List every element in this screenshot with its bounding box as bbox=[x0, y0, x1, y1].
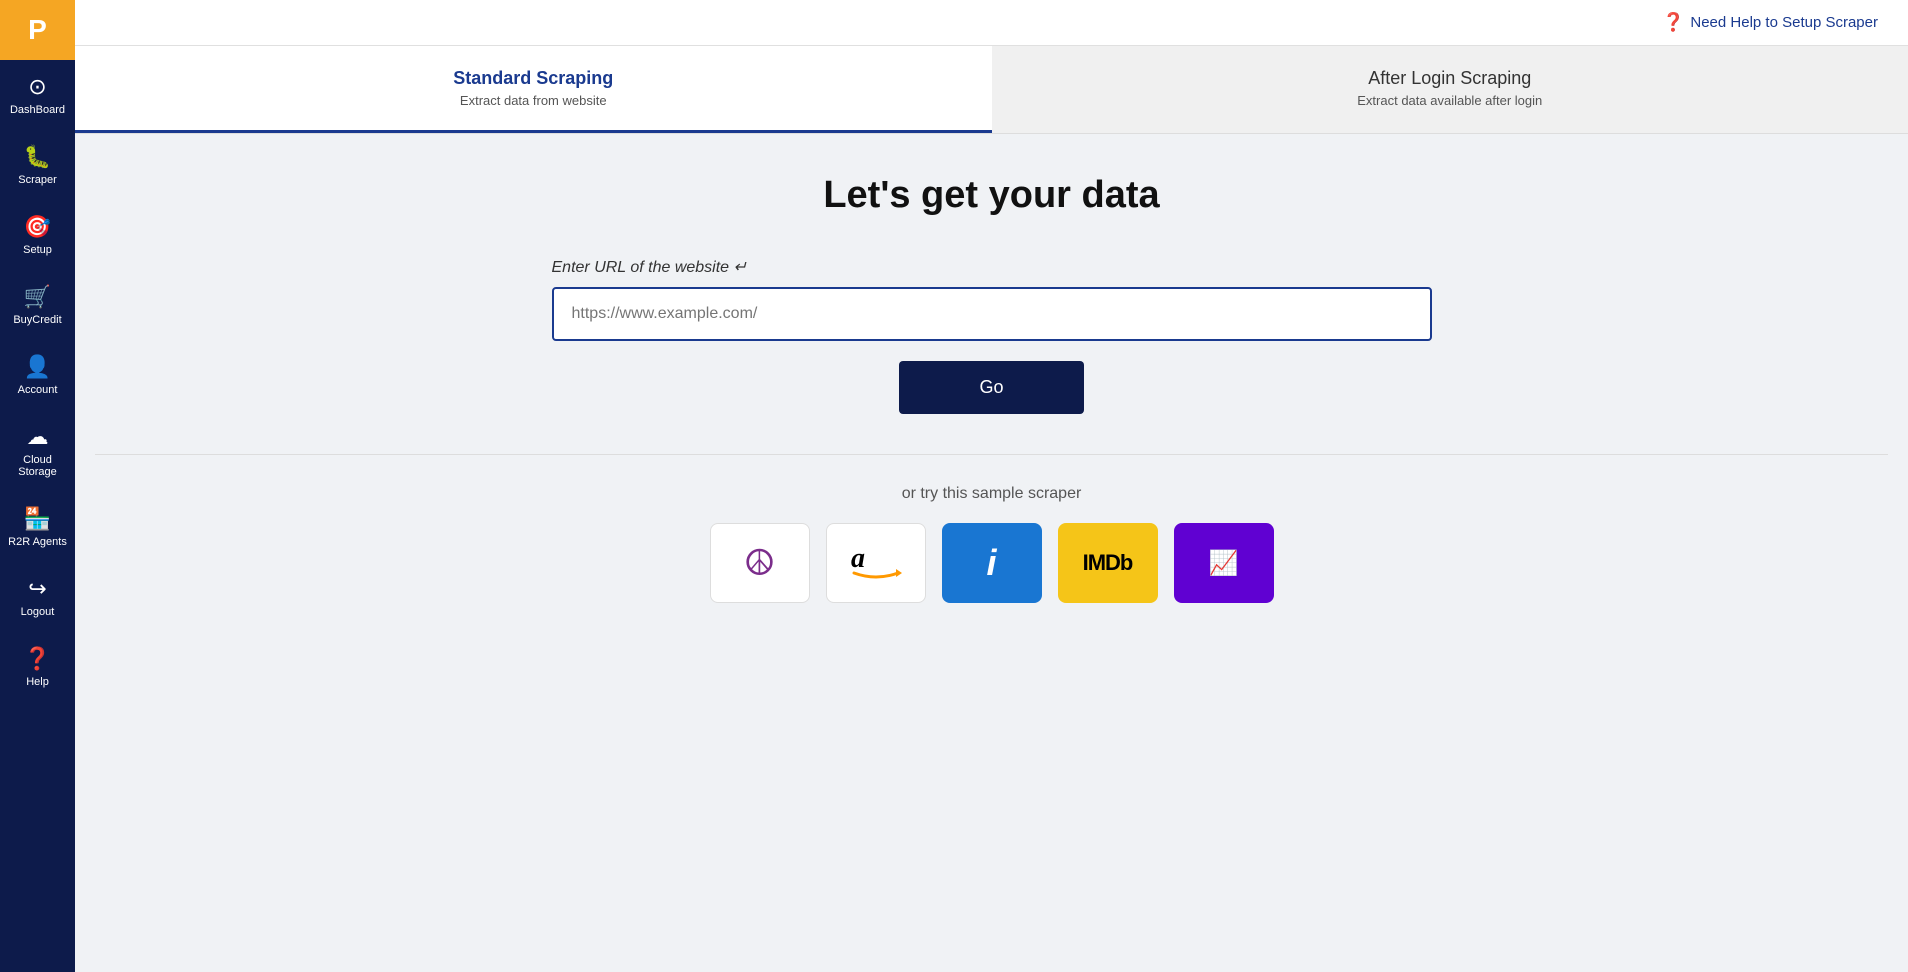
sample-label: or try this sample scraper bbox=[902, 485, 1082, 503]
sidebar-item-help[interactable]: ❓ Help bbox=[0, 632, 75, 702]
tab-afterlogin-subtitle: Extract data available after login bbox=[1012, 93, 1889, 108]
go-button[interactable]: Go bbox=[899, 361, 1083, 414]
sidebar-item-dashboard[interactable]: ⊙ DashBoard bbox=[0, 60, 75, 130]
url-section: Enter URL of the website ↵ Go bbox=[552, 257, 1432, 414]
sample-icon-info[interactable]: i bbox=[942, 523, 1042, 603]
tab-standard-title: Standard Scraping bbox=[95, 68, 972, 89]
buycredit-icon: 🛒 bbox=[24, 284, 51, 310]
sidebar-item-setup[interactable]: 🎯 Setup bbox=[0, 200, 75, 270]
chart-icon: 📈 bbox=[1209, 549, 1239, 578]
sidebar: P ⊙ DashBoard 🐛 Scraper 🎯 Setup 🛒 BuyCre… bbox=[0, 0, 75, 972]
sidebar-item-buycredit[interactable]: 🛒 BuyCredit bbox=[0, 270, 75, 340]
scraper-icon: 🐛 bbox=[24, 144, 51, 170]
cloudstorage-icon: ☁ bbox=[27, 424, 49, 450]
main-content: ❓ Need Help to Setup Scraper Standard Sc… bbox=[75, 0, 1908, 972]
sample-icons: ☮ a i bbox=[710, 523, 1274, 603]
url-input[interactable] bbox=[552, 287, 1432, 341]
sample-icon-peace[interactable]: ☮ bbox=[710, 523, 810, 603]
logo: P bbox=[0, 0, 75, 60]
tab-afterlogin-title: After Login Scraping bbox=[1012, 68, 1889, 89]
r2ragents-label: R2R Agents bbox=[8, 536, 67, 548]
url-label: Enter URL of the website ↵ bbox=[552, 257, 1432, 277]
tab-bar: Standard Scraping Extract data from webs… bbox=[75, 46, 1908, 134]
buycredit-label: BuyCredit bbox=[13, 314, 61, 326]
sidebar-item-r2ragents[interactable]: 🏪 R2R Agents bbox=[0, 492, 75, 562]
sample-icon-yahoo[interactable]: 📈 bbox=[1174, 523, 1274, 603]
sample-section: or try this sample scraper ☮ a bbox=[95, 485, 1888, 603]
divider bbox=[95, 454, 1888, 455]
logout-icon: ↪ bbox=[28, 576, 46, 602]
dashboard-label: DashBoard bbox=[10, 104, 65, 116]
yahoo-logo-icon: 📈 bbox=[1209, 549, 1239, 578]
account-label: Account bbox=[18, 384, 58, 396]
tab-standard-subtitle: Extract data from website bbox=[95, 93, 972, 108]
sample-icon-amazon[interactable]: a bbox=[826, 523, 926, 603]
tab-standard[interactable]: Standard Scraping Extract data from webs… bbox=[75, 46, 992, 133]
svg-text:a: a bbox=[851, 543, 865, 574]
help-text: Need Help to Setup Scraper bbox=[1690, 14, 1878, 31]
setup-icon: 🎯 bbox=[24, 214, 51, 240]
r2ragents-icon: 🏪 bbox=[24, 506, 51, 532]
help-circle-icon: ❓ bbox=[1662, 12, 1684, 33]
logo-letter: P bbox=[28, 14, 47, 46]
setup-label: Setup bbox=[23, 244, 52, 256]
help-icon: ❓ bbox=[24, 646, 51, 672]
cloudstorage-label: Cloud Storage bbox=[5, 454, 70, 478]
help-link[interactable]: ❓ Need Help to Setup Scraper bbox=[1662, 12, 1878, 33]
amazon-logo-icon: a bbox=[846, 539, 906, 587]
sidebar-item-scraper[interactable]: 🐛 Scraper bbox=[0, 130, 75, 200]
scraper-label: Scraper bbox=[18, 174, 57, 186]
sidebar-item-logout[interactable]: ↪ Logout bbox=[0, 562, 75, 632]
main-heading: Let's get your data bbox=[823, 174, 1159, 217]
header: ❓ Need Help to Setup Scraper bbox=[75, 0, 1908, 46]
sidebar-item-account[interactable]: 👤 Account bbox=[0, 340, 75, 410]
dashboard-icon: ⊙ bbox=[28, 74, 46, 100]
account-icon: 👤 bbox=[24, 354, 51, 380]
logout-label: Logout bbox=[21, 606, 55, 618]
tab-afterlogin[interactable]: After Login Scraping Extract data availa… bbox=[992, 46, 1908, 133]
sidebar-item-cloudstorage[interactable]: ☁ Cloud Storage bbox=[0, 410, 75, 492]
sample-icon-imdb[interactable]: IMDb bbox=[1058, 523, 1158, 603]
info-letter-icon: i bbox=[986, 542, 996, 584]
content-area: Let's get your data Enter URL of the web… bbox=[75, 134, 1908, 643]
help-label: Help bbox=[26, 676, 49, 688]
peace-symbol-icon: ☮ bbox=[743, 542, 775, 584]
imdb-text-icon: IMDb bbox=[1083, 550, 1133, 576]
